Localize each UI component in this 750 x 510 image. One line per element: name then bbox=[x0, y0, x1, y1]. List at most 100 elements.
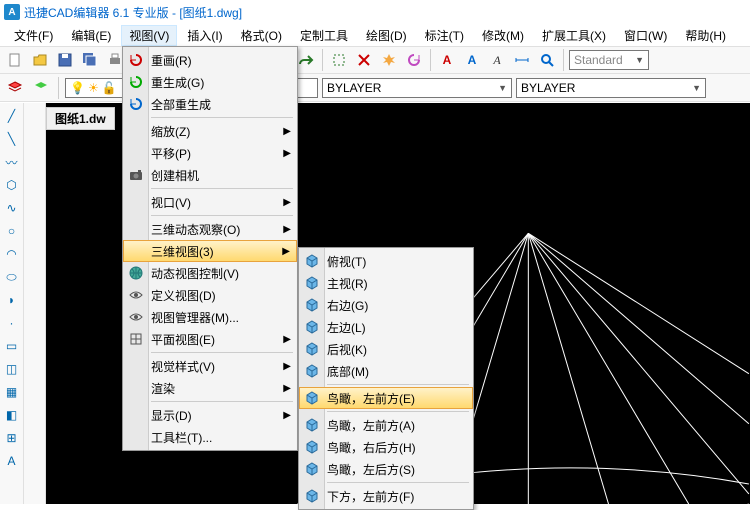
menu-custom[interactable]: 定制工具 bbox=[292, 25, 356, 46]
view3d-menu-item[interactable]: 底部(M) bbox=[299, 360, 473, 382]
layer-icon[interactable] bbox=[4, 77, 26, 99]
ellipsearc-icon[interactable]: ◗ bbox=[3, 291, 21, 309]
pline-icon[interactable]: 〰 bbox=[3, 153, 21, 171]
point-icon[interactable]: · bbox=[3, 314, 21, 332]
ellipse-icon[interactable]: ⬭ bbox=[3, 268, 21, 286]
draw-toolbar: ╱ ╲ 〰 ⬡ ∿ ○ ◠ ⬭ ◗ · ▭ ◫ ▦ ◧ ⊞ A bbox=[0, 103, 24, 504]
view-menu-item[interactable]: 平面视图(E)▶ bbox=[123, 328, 297, 350]
view-menu-item[interactable]: 重生成(G) bbox=[123, 71, 297, 93]
saveall-icon[interactable] bbox=[79, 49, 101, 71]
circle-icon[interactable]: ○ bbox=[3, 222, 21, 240]
polygon-icon[interactable]: ⬡ bbox=[3, 176, 21, 194]
view-menu-item[interactable]: 三维动态观察(O)▶ bbox=[123, 218, 297, 240]
view3d-menu-item[interactable]: 左边(L) bbox=[299, 316, 473, 338]
xline-icon[interactable]: ╲ bbox=[3, 130, 21, 148]
toolbar-main: A A A Standard▼ bbox=[0, 46, 750, 74]
view3d-menu-item[interactable]: 鸟瞰，右后方(H) bbox=[299, 436, 473, 458]
view-menu-item[interactable]: 视觉样式(V)▶ bbox=[123, 355, 297, 377]
view3d-menu-item[interactable]: 鸟瞰，左后方(S) bbox=[299, 458, 473, 480]
regen-icon[interactable] bbox=[403, 49, 425, 71]
new-icon[interactable] bbox=[4, 49, 26, 71]
menu-draw[interactable]: 绘图(D) bbox=[358, 25, 415, 46]
view-menu-item[interactable]: 动态视图控制(V) bbox=[123, 262, 297, 284]
view-menu-item[interactable]: 视口(V)▶ bbox=[123, 191, 297, 213]
menu-express[interactable]: 扩展工具(X) bbox=[534, 25, 614, 46]
view-menu-item[interactable]: 创建相机 bbox=[123, 164, 297, 186]
modify-toolbar bbox=[24, 103, 46, 504]
document-tab[interactable]: 图纸1.dw bbox=[46, 107, 115, 130]
view-menu-item[interactable]: 重画(R) bbox=[123, 49, 297, 71]
view3d-submenu: 俯视(T)主视(R)右边(G)左边(L)后视(K)底部(M) 鸟瞰，左前方(E) 鸟… bbox=[298, 247, 474, 510]
view-menu-item[interactable]: 渲染▶ bbox=[123, 377, 297, 399]
menu-format[interactable]: 格式(O) bbox=[233, 25, 290, 46]
view-menu-dropdown: 重画(R)重生成(G)全部重生成缩放(Z)▶平移(P)▶创建相机视口(V)▶ 三维… bbox=[122, 46, 298, 451]
toolbar-layers: 💡 ☀ 🔓 ▼ ▼ BYLAYER▼ BYLAYER▼ bbox=[0, 74, 750, 102]
redo-icon[interactable] bbox=[295, 49, 317, 71]
lineweight-value: BYLAYER bbox=[521, 81, 575, 95]
lineweight-combo[interactable]: BYLAYER▼ bbox=[516, 78, 706, 98]
linetype-combo[interactable]: BYLAYER▼ bbox=[322, 78, 512, 98]
select-icon[interactable] bbox=[328, 49, 350, 71]
hatch-icon[interactable]: ▦ bbox=[3, 383, 21, 401]
window-title: 迅捷CAD编辑器 6.1 专业版 - [图纸1.dwg] bbox=[24, 4, 242, 21]
view-menu-item[interactable]: 三维视图(3)▶ bbox=[123, 240, 297, 262]
view-menu-item[interactable]: 定义视图(D) bbox=[123, 284, 297, 306]
dim-style-icon[interactable] bbox=[511, 49, 533, 71]
cube-icon bbox=[303, 438, 321, 456]
block-icon[interactable]: ◫ bbox=[3, 360, 21, 378]
erase-icon[interactable] bbox=[353, 49, 375, 71]
text-a1-icon[interactable]: A bbox=[436, 49, 458, 71]
menu-window[interactable]: 窗口(W) bbox=[616, 25, 675, 46]
cube-icon bbox=[303, 318, 321, 336]
linetype-value: BYLAYER bbox=[327, 81, 381, 95]
cube-icon bbox=[303, 274, 321, 292]
view3d-menu-item[interactable]: 右边(G) bbox=[299, 294, 473, 316]
lock-icon: 🔓 bbox=[102, 81, 117, 95]
lightbulb-icon: 💡 bbox=[70, 81, 85, 95]
menubar: 文件(F) 编辑(E) 视图(V) 插入(I) 格式(O) 定制工具 绘图(D)… bbox=[0, 24, 750, 46]
cube-icon bbox=[303, 296, 321, 314]
cube-icon bbox=[303, 362, 321, 380]
mtext-icon[interactable]: A bbox=[3, 452, 21, 470]
open-icon[interactable] bbox=[29, 49, 51, 71]
view-menu-item[interactable]: 缩放(Z)▶ bbox=[123, 120, 297, 142]
region-icon[interactable]: ◧ bbox=[3, 406, 21, 424]
sun-icon: ☀ bbox=[88, 81, 99, 95]
spline-icon[interactable]: ∿ bbox=[3, 199, 21, 217]
view3d-menu-item[interactable]: 后视(K) bbox=[299, 338, 473, 360]
menu-file[interactable]: 文件(F) bbox=[6, 25, 61, 46]
text-style-icon[interactable]: A bbox=[486, 49, 508, 71]
app-icon: A bbox=[4, 4, 20, 20]
line-icon[interactable]: ╱ bbox=[3, 107, 21, 125]
view-menu-item[interactable]: 平移(P)▶ bbox=[123, 142, 297, 164]
menu-modify[interactable]: 修改(M) bbox=[474, 25, 532, 46]
view-menu-item[interactable]: 显示(D)▶ bbox=[123, 404, 297, 426]
table-icon[interactable]: ⊞ bbox=[3, 429, 21, 447]
menu-edit[interactable]: 编辑(E) bbox=[63, 25, 119, 46]
explode-icon[interactable] bbox=[378, 49, 400, 71]
text-a2-icon[interactable]: A bbox=[461, 49, 483, 71]
style-combo-value: Standard bbox=[574, 53, 623, 67]
view-menu-item[interactable]: 工具栏(T)... bbox=[123, 426, 297, 448]
rect-icon[interactable]: ▭ bbox=[3, 337, 21, 355]
style-combo[interactable]: Standard▼ bbox=[569, 50, 649, 70]
cube-icon bbox=[303, 252, 321, 270]
cube-icon bbox=[303, 460, 321, 478]
view3d-menu-item[interactable]: 鸟瞰，左前方(A) bbox=[299, 414, 473, 436]
menu-insert[interactable]: 插入(I) bbox=[179, 25, 230, 46]
menu-view[interactable]: 视图(V) bbox=[121, 25, 177, 46]
layerstate-icon[interactable] bbox=[30, 77, 52, 99]
arc-icon[interactable]: ◠ bbox=[3, 245, 21, 263]
save-icon[interactable] bbox=[54, 49, 76, 71]
view3d-menu-item[interactable]: 俯视(T) bbox=[299, 250, 473, 272]
view-menu-item[interactable]: 视图管理器(M)... bbox=[123, 306, 297, 328]
view-menu-item[interactable]: 全部重生成 bbox=[123, 93, 297, 115]
cube-icon bbox=[303, 416, 321, 434]
menu-dimension[interactable]: 标注(T) bbox=[417, 25, 472, 46]
cube-icon bbox=[303, 487, 321, 505]
menu-help[interactable]: 帮助(H) bbox=[677, 25, 734, 46]
view3d-menu-item[interactable]: 主视(R) bbox=[299, 272, 473, 294]
find-icon[interactable] bbox=[536, 49, 558, 71]
view3d-menu-item[interactable]: 鸟瞰，左前方(E) bbox=[299, 387, 473, 409]
cube-icon bbox=[303, 340, 321, 358]
